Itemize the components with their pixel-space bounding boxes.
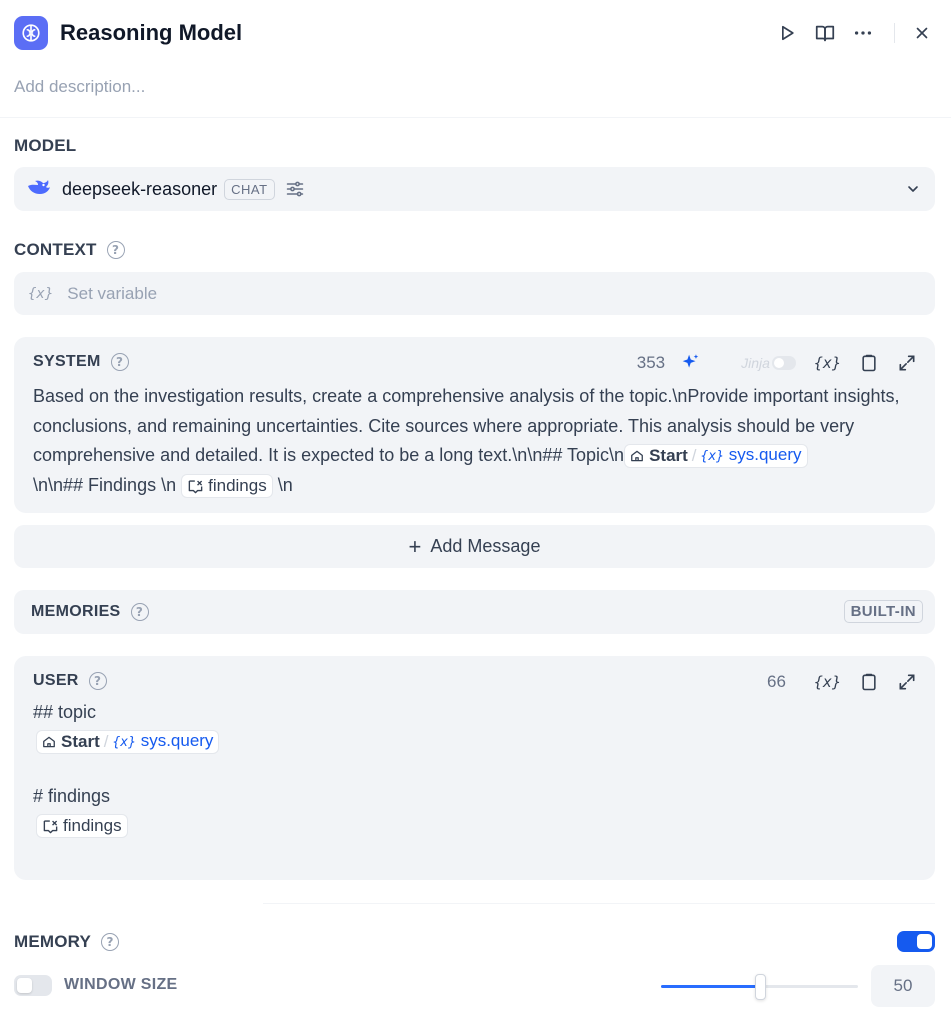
model-mode-badge: CHAT bbox=[224, 178, 275, 200]
memories-row: MEMORIES ? BUILT-IN bbox=[14, 590, 935, 634]
help-icon[interactable]: ? bbox=[110, 353, 129, 371]
memory-label-text: MEMORY bbox=[14, 932, 92, 951]
help-icon[interactable]: ? bbox=[106, 241, 125, 259]
model-label-text: MODEL bbox=[14, 136, 77, 155]
chip-findings-label: findings bbox=[63, 816, 122, 836]
chip-separator: / bbox=[103, 732, 109, 752]
system-tools: 353 Jinja {x} bbox=[637, 351, 917, 375]
variable-icon: {x} bbox=[813, 673, 841, 691]
home-icon bbox=[42, 735, 56, 749]
slider-fill bbox=[661, 985, 760, 988]
header-divider bbox=[0, 117, 951, 118]
system-char-count: 353 bbox=[636, 353, 666, 372]
copy-icon[interactable] bbox=[859, 352, 879, 374]
chevron-down-icon[interactable] bbox=[905, 181, 921, 202]
plus-icon: + bbox=[408, 533, 422, 559]
variable-icon: {x} bbox=[112, 735, 136, 751]
chip-variable: {x} sys.query bbox=[701, 443, 802, 469]
findings-chip[interactable]: findings bbox=[181, 474, 273, 499]
close-icon[interactable] bbox=[907, 18, 937, 48]
window-size-slider[interactable] bbox=[661, 974, 858, 1000]
context-label: CONTEXT ? bbox=[14, 240, 125, 260]
system-label: SYSTEM ? bbox=[33, 353, 129, 371]
window-size-toggle[interactable] bbox=[14, 975, 52, 996]
help-icon[interactable]: ? bbox=[88, 672, 107, 690]
help-icon[interactable]: ? bbox=[101, 933, 120, 951]
context-variable-input[interactable]: {x} Set variable bbox=[14, 272, 935, 315]
window-size-label: WINDOW SIZE bbox=[64, 976, 178, 993]
memories-label: MEMORIES ? bbox=[31, 603, 149, 621]
book-icon[interactable] bbox=[810, 18, 840, 48]
context-placeholder: Set variable bbox=[67, 283, 158, 303]
whale-icon bbox=[26, 176, 52, 203]
expand-icon[interactable] bbox=[897, 672, 917, 692]
header-separator bbox=[894, 23, 895, 43]
brain-icon bbox=[14, 16, 48, 50]
user-prompt-text[interactable]: ## topic Start / {x} sys.query # findings … bbox=[33, 698, 915, 840]
variable-icon: {x} bbox=[700, 449, 725, 465]
header-actions bbox=[764, 16, 937, 50]
panel-header: Reasoning Model bbox=[14, 16, 937, 50]
expand-icon[interactable] bbox=[897, 353, 917, 373]
user-label-text: USER bbox=[33, 672, 79, 689]
chip-variable-name: sys.query bbox=[728, 445, 802, 465]
section-divider bbox=[263, 903, 935, 904]
user-line-1: ## topic bbox=[33, 702, 97, 722]
slider-thumb[interactable] bbox=[755, 974, 766, 1000]
window-size-value[interactable]: 50 bbox=[871, 965, 935, 1007]
system-label-text: SYSTEM bbox=[33, 353, 101, 370]
model-selector[interactable]: deepseek-reasoner CHAT bbox=[14, 167, 935, 211]
home-icon bbox=[630, 449, 644, 463]
memory-toggle[interactable] bbox=[897, 931, 935, 952]
jinja-switch[interactable] bbox=[771, 356, 796, 370]
sparkle-icon[interactable] bbox=[679, 352, 701, 374]
add-message-button[interactable]: + Add Message bbox=[14, 525, 935, 568]
system-prompt-text[interactable]: Based on the investigation results, crea… bbox=[33, 382, 915, 500]
user-tools: 66 {x} bbox=[767, 670, 917, 694]
jinja-toggle[interactable]: Jinja bbox=[741, 355, 796, 371]
variable-chip[interactable]: Start / {x} sys.query bbox=[36, 729, 220, 755]
memory-label: MEMORY ? bbox=[14, 932, 120, 952]
page-title: Reasoning Model bbox=[60, 20, 243, 45]
user-char-count: 66 bbox=[766, 672, 786, 691]
more-icon[interactable] bbox=[848, 18, 878, 48]
memories-label-text: MEMORIES bbox=[31, 603, 121, 620]
user-label: USER ? bbox=[33, 672, 107, 690]
system-text-2: \n\n## Findings \n bbox=[33, 474, 177, 495]
user-line-2: # findings bbox=[33, 786, 111, 806]
chip-node: Start bbox=[61, 732, 100, 752]
model-label: MODEL bbox=[14, 136, 76, 156]
loop-output-icon bbox=[187, 479, 204, 494]
user-prompt-card: USER ? 66 {x} ## topic Start / {x} sys.que… bbox=[14, 656, 935, 880]
model-name: deepseek-reasoner bbox=[62, 178, 218, 199]
insert-variable-icon[interactable]: {x} bbox=[814, 673, 841, 691]
settings-sliders-icon[interactable] bbox=[285, 179, 305, 199]
chip-variable-name: sys.query bbox=[140, 731, 214, 751]
system-text-3: \n bbox=[277, 474, 293, 495]
findings-chip[interactable]: findings bbox=[36, 814, 128, 839]
chip-findings-label: findings bbox=[208, 476, 267, 496]
variable-icon: {x} bbox=[28, 285, 54, 302]
variable-icon: {x} bbox=[813, 354, 841, 372]
run-icon[interactable] bbox=[772, 18, 802, 48]
chip-variable: {x} sys.query bbox=[112, 729, 213, 755]
chip-node: Start bbox=[649, 446, 688, 466]
built-in-badge: BUILT-IN bbox=[843, 600, 923, 623]
insert-variable-icon[interactable]: {x} bbox=[814, 354, 841, 372]
loop-output-icon bbox=[42, 819, 59, 834]
copy-icon[interactable] bbox=[859, 671, 879, 693]
context-label-text: CONTEXT bbox=[14, 240, 97, 259]
add-message-label: Add Message bbox=[430, 536, 541, 556]
description-input[interactable]: Add description... bbox=[14, 77, 145, 97]
chip-separator: / bbox=[691, 446, 697, 466]
jinja-label: Jinja bbox=[741, 355, 770, 371]
variable-chip[interactable]: Start / {x} sys.query bbox=[624, 443, 808, 469]
system-prompt-card: SYSTEM ? 353 Jinja {x} Based on the inve… bbox=[14, 337, 935, 513]
help-icon[interactable]: ? bbox=[130, 603, 149, 621]
